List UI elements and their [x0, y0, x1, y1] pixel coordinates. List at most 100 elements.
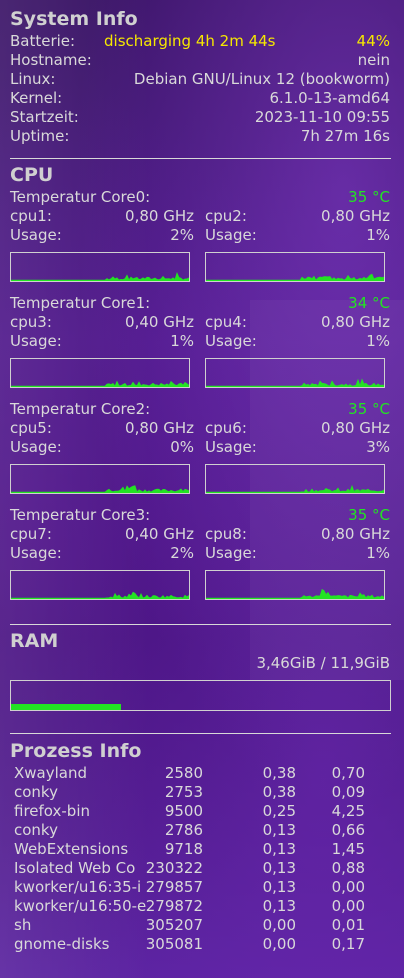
- cpu6-usage: 3%: [366, 438, 390, 456]
- cpu2-graph: [205, 252, 385, 282]
- core1-temp-label: Temperatur Core1:: [10, 294, 151, 312]
- cpu6-freq: 0,80 GHz: [321, 419, 390, 437]
- process-mem: 0,00: [331, 878, 365, 896]
- cpu5-graph: [10, 464, 190, 494]
- process-mem: 0,88: [331, 859, 365, 877]
- cpu8-freq: 0,80 GHz: [321, 525, 390, 543]
- cpu2-freq: 0,80 GHz: [321, 207, 390, 225]
- startzeit-value: 2023-11-10 09:55: [254, 108, 390, 126]
- cpu-activity-line: [11, 271, 189, 281]
- cpu-activity-line: [206, 378, 384, 387]
- process-cpu: 0,00: [262, 916, 296, 934]
- cpu4-graph: [205, 358, 385, 388]
- divider: [10, 158, 391, 159]
- process-pid: 2786: [164, 821, 203, 839]
- process-cpu: 0,13: [262, 859, 296, 877]
- ram-usage-bar-fill: [11, 704, 121, 710]
- cpu1-graph: [10, 252, 190, 282]
- core2-temp: 35 °C: [348, 400, 390, 418]
- cpu-activity-line: [11, 485, 189, 493]
- battery-status: discharging 4h 2m 44s: [104, 32, 276, 50]
- cpu4-label: cpu4:: [205, 313, 247, 331]
- process-pid: 279857: [145, 878, 203, 896]
- uptime-label: Uptime:: [10, 127, 70, 145]
- process-pid: 279872: [145, 897, 203, 915]
- cpu-title: CPU: [10, 164, 54, 186]
- process-pid: 230322: [145, 859, 203, 877]
- cpu-activity-line: [206, 588, 384, 599]
- cpu3-freq: 0,40 GHz: [125, 313, 194, 331]
- process-name: Xwayland: [14, 764, 88, 782]
- process-name: kworker/u16:35-i: [14, 878, 142, 896]
- cpu1-usage-label: Usage:: [10, 226, 62, 244]
- cpu-activity-line: [206, 273, 384, 281]
- process-name: conky: [14, 821, 58, 839]
- cpu5-label: cpu5:: [10, 419, 52, 437]
- process-mem: 4,25: [331, 802, 365, 820]
- uptime-value: 7h 27m 16s: [300, 127, 390, 145]
- process-cpu: 0,25: [262, 802, 296, 820]
- process-mem: 1,45: [331, 840, 365, 858]
- cpu6-label: cpu6:: [205, 419, 247, 437]
- process-pid: 2753: [164, 783, 203, 801]
- cpu8-usage: 1%: [366, 544, 390, 562]
- cpu1-freq: 0,80 GHz: [125, 207, 194, 225]
- kernel-value: 6.1.0-13-amd64: [269, 89, 391, 107]
- process-name: gnome-disks: [14, 935, 110, 953]
- cpu8-usage-label: Usage:: [205, 544, 257, 562]
- ram-usage: 3,46GiB / 11,9GiB: [256, 654, 390, 672]
- process-mem: 0,01: [331, 916, 365, 934]
- process-pid: 9718: [164, 840, 203, 858]
- cpu3-usage: 1%: [170, 332, 194, 350]
- cpu5-usage-label: Usage:: [10, 438, 62, 456]
- cpu7-usage: 2%: [170, 544, 194, 562]
- cpu8-graph: [205, 570, 385, 600]
- startzeit-label: Startzeit:: [10, 108, 79, 126]
- hostname-value: nein: [357, 51, 390, 69]
- process-cpu: 0,00: [262, 935, 296, 953]
- divider: [10, 733, 391, 734]
- cpu3-graph: [10, 358, 190, 388]
- cpu4-freq: 0,80 GHz: [321, 313, 390, 331]
- process-mem: 0,70: [331, 764, 365, 782]
- cpu1-usage: 2%: [170, 226, 194, 244]
- cpu2-usage-label: Usage:: [205, 226, 257, 244]
- core3-temp: 35 °C: [348, 506, 390, 524]
- cpu5-usage: 0%: [170, 438, 194, 456]
- cpu1-label: cpu1:: [10, 207, 52, 225]
- cpu7-usage-label: Usage:: [10, 544, 62, 562]
- core2-temp-label: Temperatur Core2:: [10, 400, 151, 418]
- process-cpu: 0,13: [262, 840, 296, 858]
- cpu8-label: cpu8:: [205, 525, 247, 543]
- core0-temp-label: Temperatur Core0:: [10, 188, 151, 206]
- process-name: WebExtensions: [14, 840, 129, 858]
- process-mem: 0,17: [331, 935, 365, 953]
- cpu-activity-line: [11, 380, 189, 387]
- cpu6-usage-label: Usage:: [205, 438, 257, 456]
- process-name: firefox-bin: [14, 802, 90, 820]
- cpu2-usage: 1%: [366, 226, 390, 244]
- cpu3-usage-label: Usage:: [10, 332, 62, 350]
- process-pid: 9500: [164, 802, 203, 820]
- process-name: sh: [14, 916, 32, 934]
- system-info-title: System Info: [10, 8, 138, 30]
- process-mem: 0,00: [331, 897, 365, 915]
- process-cpu: 0,13: [262, 897, 296, 915]
- process-pid: 305207: [145, 916, 203, 934]
- cpu4-usage-label: Usage:: [205, 332, 257, 350]
- process-info-title: Prozess Info: [10, 740, 142, 762]
- process-name: kworker/u16:50-e: [14, 897, 147, 915]
- linux-label: Linux:: [10, 70, 56, 88]
- cpu5-freq: 0,80 GHz: [125, 419, 194, 437]
- ram-usage-bar: [10, 680, 391, 711]
- process-pid: 305081: [145, 935, 203, 953]
- cpu-activity-line: [206, 484, 384, 493]
- cpu2-label: cpu2:: [205, 207, 247, 225]
- battery-label: Batterie:: [10, 32, 76, 50]
- cpu7-label: cpu7:: [10, 525, 52, 543]
- linux-value: Debian GNU/Linux 12 (bookworm): [133, 70, 390, 88]
- hostname-label: Hostname:: [10, 51, 92, 69]
- cpu6-graph: [205, 464, 385, 494]
- process-mem: 0,09: [331, 783, 365, 801]
- core3-temp-label: Temperatur Core3:: [10, 506, 151, 524]
